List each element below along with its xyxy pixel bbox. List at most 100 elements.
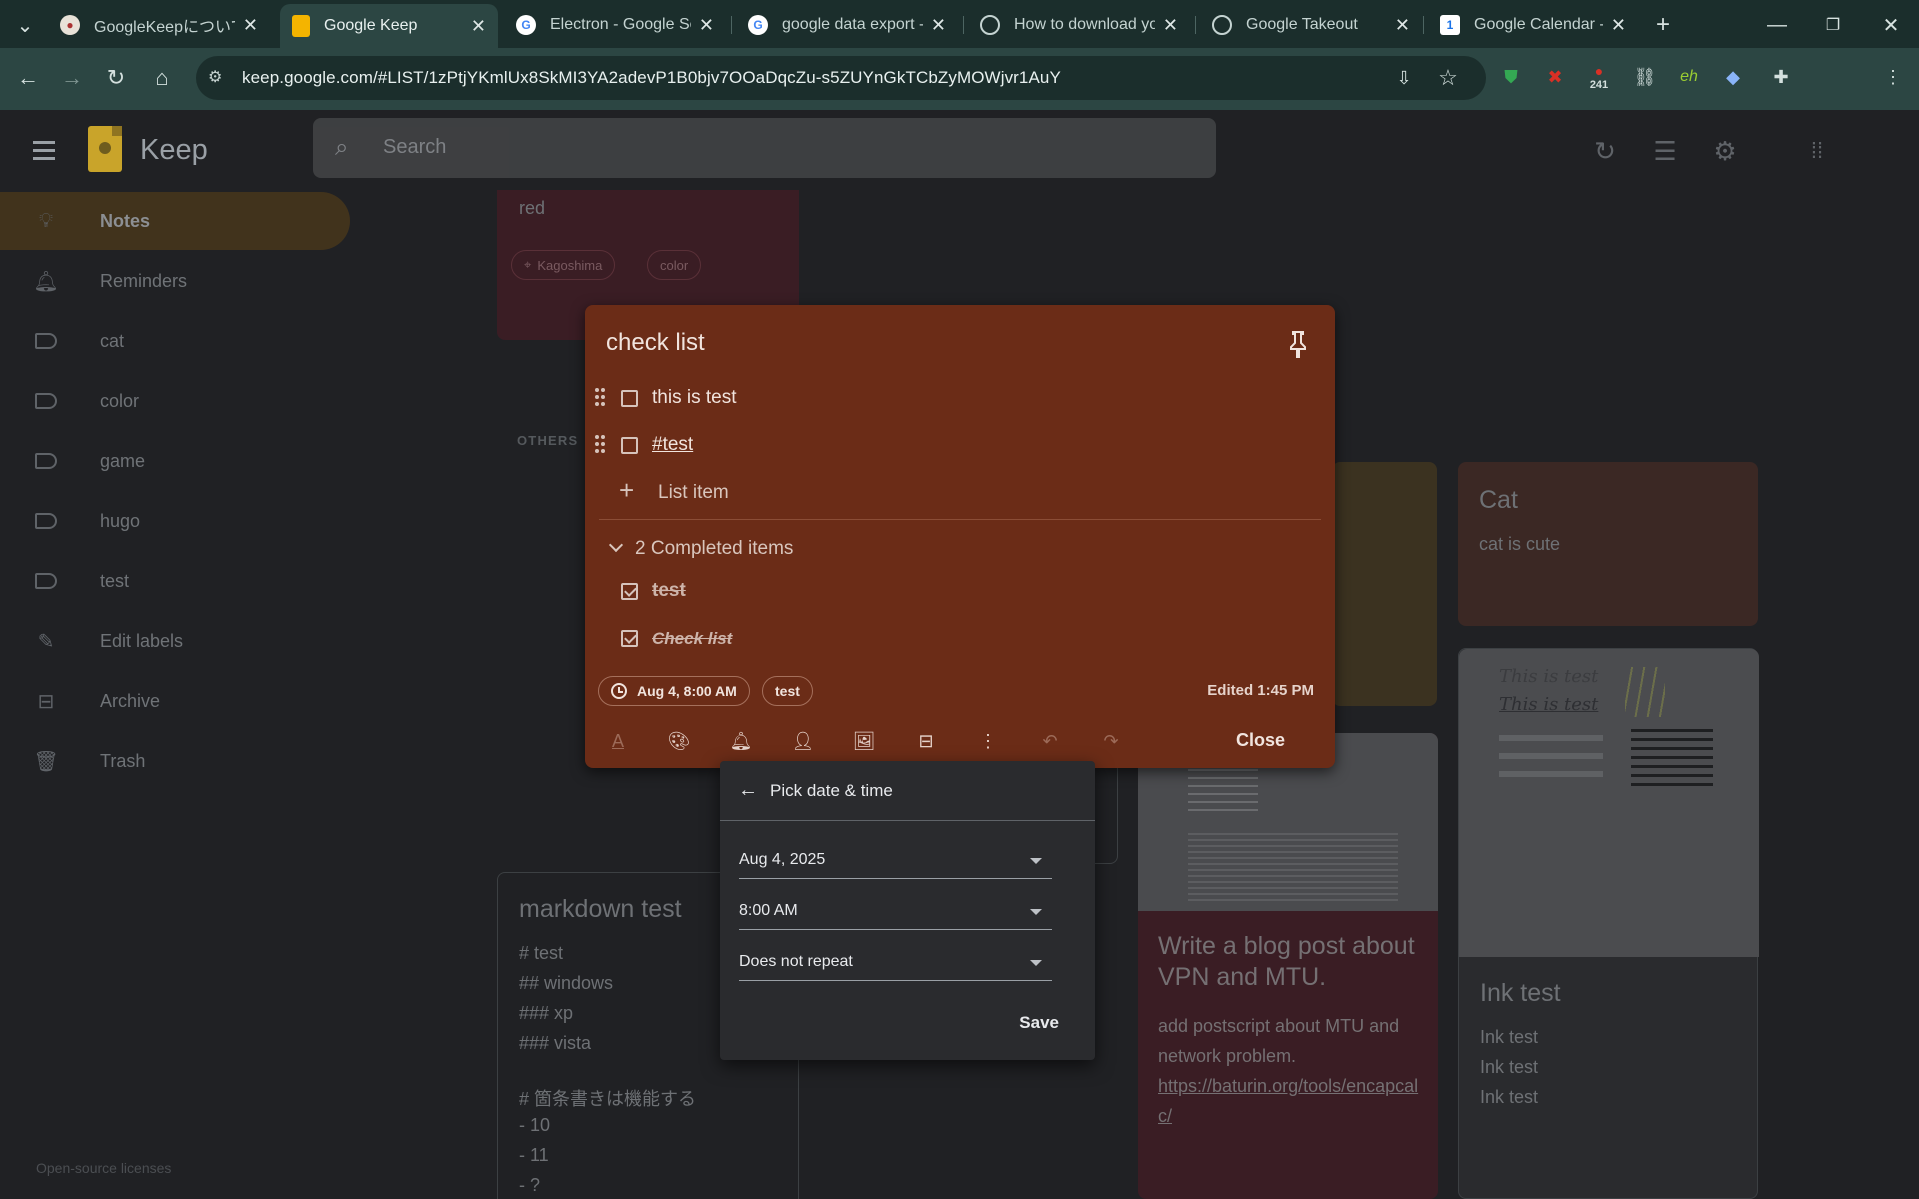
list-item-input[interactable]: List item: [658, 482, 729, 504]
install-app-icon[interactable]: ⇩: [1386, 60, 1422, 96]
tab-googlekeep-about[interactable]: ● GoogleKeepについて ✕: [48, 6, 270, 44]
tab-how-to-download[interactable]: How to download yo ✕: [968, 6, 1190, 44]
new-tab-plus-icon[interactable]: +: [1646, 8, 1680, 42]
chrome-menu-icon[interactable]: ⋮: [1878, 62, 1908, 92]
site-favicon-icon: ●: [60, 15, 80, 35]
drag-handle-icon[interactable]: [595, 435, 605, 455]
archive-icon[interactable]: ⊟: [911, 726, 941, 756]
reminder-bell-icon[interactable]: 🔔︎: [726, 726, 756, 756]
settings-gear-icon[interactable]: ⚙: [1708, 134, 1742, 168]
pin-icon[interactable]: [1285, 329, 1311, 359]
completed-items-toggle[interactable]: 2 Completed items: [605, 537, 793, 560]
note-card-ink[interactable]: This is test This is test Ink test Ink t…: [1458, 648, 1759, 1199]
bookmark-star-icon[interactable]: ☆: [1430, 60, 1466, 96]
save-button[interactable]: Save: [1019, 1013, 1059, 1033]
tab-google-data-export[interactable]: G google data export - ✕: [736, 6, 958, 44]
shield-extension-icon[interactable]: ⛊: [1496, 62, 1526, 92]
sidebar-item-edit-labels[interactable]: ✎ Edit labels: [0, 612, 350, 670]
close-tab-icon[interactable]: ✕: [471, 16, 486, 37]
main-menu-icon[interactable]: [26, 132, 62, 168]
sidebar-item-test[interactable]: test: [0, 552, 350, 610]
sidebar-item-reminders[interactable]: 🔔︎ Reminders: [0, 252, 350, 310]
item-checkbox-checked[interactable]: [621, 630, 638, 647]
sidebar-item-trash[interactable]: 🗑︎ Trash: [0, 732, 350, 790]
item-text-hashtag-link[interactable]: #test: [652, 434, 693, 456]
sidebar-item-hugo[interactable]: hugo: [0, 492, 350, 550]
label-chip[interactable]: test: [762, 676, 813, 706]
window-close-icon[interactable]: ✕: [1874, 8, 1908, 42]
time-select[interactable]: 8:00 AM: [739, 894, 1052, 930]
date-select[interactable]: Aug 4, 2025: [739, 843, 1052, 879]
close-tab-icon[interactable]: ✕: [699, 15, 714, 36]
extension-red-x-icon[interactable]: ✖: [1540, 62, 1570, 92]
home-icon[interactable]: ⌂: [144, 60, 180, 96]
sidebar-item-notes[interactable]: 💡︎ Notes: [0, 192, 350, 250]
translate-extension-icon[interactable]: ◆: [1718, 62, 1748, 92]
tab-google-takeout[interactable]: Google Takeout ✕: [1200, 6, 1422, 44]
tab-google-calendar[interactable]: 1 Google Calendar - 7 ✕: [1428, 6, 1638, 44]
collaborator-icon[interactable]: 👤︎: [788, 726, 818, 756]
tab-separator: [1195, 16, 1196, 34]
sidebar-item-game[interactable]: game: [0, 432, 350, 490]
add-list-item-row[interactable]: + List item: [585, 469, 1335, 515]
picker-title: Pick date & time: [770, 781, 893, 800]
note-card-yellow[interactable]: [1332, 462, 1437, 706]
item-text[interactable]: this is test: [652, 387, 736, 409]
list-item[interactable]: #test: [585, 422, 1335, 468]
drag-handle-icon[interactable]: [595, 388, 605, 408]
refresh-icon[interactable]: ↻: [1588, 134, 1622, 168]
list-view-icon[interactable]: ☰: [1648, 134, 1682, 168]
note-card-cat[interactable]: Cat cat is cute: [1458, 462, 1758, 626]
close-button[interactable]: Close: [1236, 730, 1285, 751]
item-checkbox[interactable]: [621, 437, 638, 454]
item-text[interactable]: test: [652, 580, 686, 602]
close-tab-icon[interactable]: ✕: [1611, 15, 1626, 36]
sidebar-item-cat[interactable]: cat: [0, 312, 350, 370]
text-format-icon[interactable]: A: [603, 726, 633, 756]
item-checkbox[interactable]: [621, 390, 638, 407]
back-arrow-icon[interactable]: ←: [738, 779, 758, 802]
reminder-chip[interactable]: Aug 4, 8:00 AM: [598, 676, 750, 706]
item-checkbox-checked[interactable]: [621, 583, 638, 600]
forward-arrow-icon[interactable]: →: [54, 60, 90, 96]
search-bar[interactable]: ⌕ Search: [313, 118, 1216, 178]
palette-icon[interactable]: 🎨︎: [664, 726, 694, 756]
close-tab-icon[interactable]: ✕: [931, 15, 946, 36]
list-item[interactable]: this is test: [585, 375, 1335, 421]
search-icon[interactable]: ⌕: [335, 134, 348, 162]
redo-icon[interactable]: ↷: [1096, 726, 1126, 756]
note-title-input[interactable]: check list: [606, 329, 705, 357]
tab-google-keep[interactable]: Google Keep ✕: [280, 4, 498, 48]
close-tab-icon[interactable]: ✕: [1395, 15, 1410, 36]
puzzle-extensions-icon[interactable]: ✚: [1766, 62, 1796, 92]
apps-grid-icon[interactable]: ⁞⁞: [1800, 134, 1834, 168]
note-link[interactable]: https://baturin.org/tools/encapcalc/: [1158, 1071, 1428, 1131]
completed-item[interactable]: Check list: [585, 615, 1335, 661]
restore-icon[interactable]: ❐: [1816, 8, 1850, 42]
close-tab-icon[interactable]: ✕: [1163, 15, 1178, 36]
tab-electron-search[interactable]: G Electron - Google Se ✕: [504, 6, 726, 44]
completed-item[interactable]: test: [585, 568, 1335, 614]
address-bar[interactable]: ⚙ keep.google.com/#LIST/1zPtjYKmlUx8SkMI…: [196, 56, 1486, 100]
location-chip[interactable]: ⌖ Kagoshima: [511, 250, 616, 280]
more-vert-icon[interactable]: ⋮: [973, 726, 1003, 756]
sidebar-item-archive[interactable]: ⊟ Archive: [0, 672, 350, 730]
search-input[interactable]: Search: [383, 136, 446, 159]
undo-icon[interactable]: ↶: [1035, 726, 1065, 756]
site-settings-icon[interactable]: ⚙: [208, 67, 232, 89]
label-chip[interactable]: color: [647, 250, 702, 280]
minimize-icon[interactable]: —: [1760, 8, 1794, 42]
note-card-blog[interactable]: Write a blog post about VPN and MTU. add…: [1138, 733, 1438, 1199]
close-tab-icon[interactable]: ✕: [243, 15, 258, 36]
back-arrow-icon[interactable]: ←: [10, 60, 46, 96]
eh-extension-icon[interactable]: eh: [1674, 62, 1704, 92]
sidebar-item-color[interactable]: color: [0, 372, 350, 430]
tab-search-chevron-icon[interactable]: ⌄: [8, 8, 42, 42]
reload-icon[interactable]: ↻: [98, 60, 134, 96]
link-extension-icon[interactable]: ⛓: [1630, 62, 1660, 92]
item-text[interactable]: Check list: [652, 629, 732, 649]
repeat-select[interactable]: Does not repeat: [739, 945, 1052, 981]
extension-badge-icon[interactable]: ● 241: [1584, 62, 1614, 92]
open-source-licenses-link[interactable]: Open-source licenses: [36, 1160, 171, 1176]
add-image-icon[interactable]: 🖼︎: [849, 726, 879, 756]
